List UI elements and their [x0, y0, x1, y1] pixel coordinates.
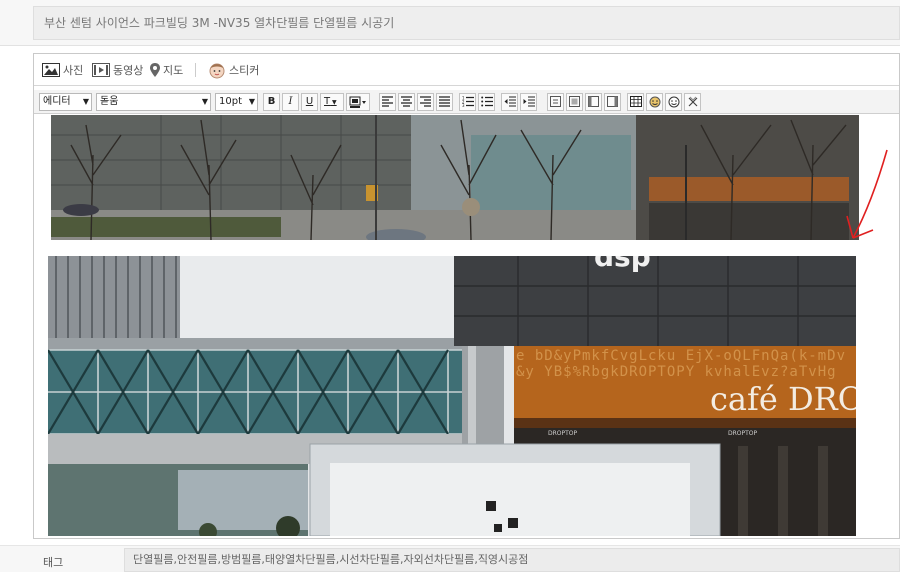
chevron-down-icon: ▼: [201, 97, 208, 106]
attach-video-button[interactable]: 동영상: [92, 61, 143, 79]
cafe-sign-brand: café DRO: [710, 380, 856, 418]
bullet-list-icon: [480, 96, 493, 107]
map-pin-icon: [150, 63, 160, 77]
chevron-down-icon: ▼: [330, 99, 337, 106]
font-size-select[interactable]: 10pt ▼: [215, 93, 258, 111]
title-area: 부산 센텀 사이언스 파크빌딩 3M -NV35 열차단필름 단열필름 시공기: [0, 0, 900, 46]
editor: 사진 동영상 지도 스티커 에디터 ▼ 돋움 ▼ 10pt ▼ B I U T ▼: [33, 53, 900, 539]
indent-icon: [523, 96, 535, 107]
font-size-value: 10pt: [219, 96, 242, 107]
attach-sticker-button[interactable]: 스티커: [208, 61, 259, 79]
emoticon-icon: [649, 96, 660, 108]
sticker-icon: [209, 63, 225, 79]
video-icon: [92, 63, 110, 77]
inserted-photo-street[interactable]: [51, 115, 859, 240]
emoticon-button[interactable]: [646, 93, 663, 111]
quote-box-icon: [607, 96, 618, 107]
top-logo-text: dsp: [594, 256, 651, 273]
ordered-list-icon: 123: [462, 96, 474, 107]
smiley-icon: [668, 96, 679, 108]
red-arrow-annotation: [846, 149, 888, 239]
align-justify-icon: [439, 96, 450, 107]
attach-map-label: 지도: [163, 64, 184, 77]
attach-photo-label: 사진: [63, 64, 84, 77]
editor-mode-value: 에디터: [43, 96, 71, 107]
quote-style-4-button[interactable]: [604, 93, 621, 111]
indent-button[interactable]: [520, 93, 537, 111]
bullet-list-button[interactable]: [478, 93, 495, 111]
quote-box-icon: [550, 96, 561, 107]
font-family-value: 돋움: [100, 96, 119, 107]
attach-video-label: 동영상: [113, 64, 144, 77]
chevron-down-icon: ▼: [248, 97, 255, 106]
align-right-icon: [420, 96, 431, 107]
chevron-down-icon: ▼: [82, 97, 89, 106]
editor-mode-select[interactable]: 에디터 ▼: [39, 93, 92, 111]
bold-button[interactable]: B: [263, 93, 280, 111]
align-center-button[interactable]: [398, 93, 415, 111]
outdent-button[interactable]: [501, 93, 518, 111]
align-center-icon: [401, 96, 412, 107]
highlight-icon: [349, 96, 366, 108]
align-left-icon: [382, 96, 393, 107]
attach-map-button[interactable]: 지도: [150, 61, 183, 79]
quote-box-icon: [588, 96, 599, 107]
attach-toolbar: 사진 동영상 지도 스티커: [34, 54, 899, 86]
font-color-button[interactable]: T ▼: [320, 93, 344, 111]
tag-row: 태그 단열필름,안전필름,방범필름,태양열차단필름,시선차단필름,자외선차단필름…: [0, 545, 900, 572]
quote-style-1-button[interactable]: [547, 93, 564, 111]
attach-photo-button[interactable]: 사진: [42, 61, 83, 79]
clear-format-icon: [688, 96, 697, 107]
canopy-label-left: DROPTOP: [548, 430, 578, 437]
smiley-button[interactable]: [665, 93, 682, 111]
underline-button[interactable]: U: [301, 93, 318, 111]
align-justify-button[interactable]: [436, 93, 453, 111]
align-left-button[interactable]: [379, 93, 396, 111]
attach-sticker-label: 스티커: [229, 64, 260, 77]
attach-divider: [195, 63, 196, 77]
quote-style-3-button[interactable]: [585, 93, 602, 111]
post-title-input[interactable]: 부산 센텀 사이언스 파크빌딩 3M -NV35 열차단필름 단열필름 시공기: [33, 6, 900, 40]
align-right-button[interactable]: [417, 93, 434, 111]
table-button[interactable]: [627, 93, 644, 111]
highlight-color-button[interactable]: [346, 93, 370, 111]
remove-format-button[interactable]: [684, 93, 701, 111]
ordered-list-button[interactable]: 123: [459, 93, 476, 111]
format-toolbar: 에디터 ▼ 돋움 ▼ 10pt ▼ B I U T ▼ 123: [34, 90, 899, 114]
editor-content[interactable]: e bD&yPmkfCvgLcku EjX-oQLFnQa(k-mDv&y YB…: [34, 115, 899, 538]
italic-button[interactable]: I: [282, 93, 299, 111]
photo-icon: [42, 63, 60, 77]
quote-box-icon: [569, 96, 580, 107]
tag-label: 태그: [43, 556, 64, 569]
inserted-photo-building[interactable]: e bD&yPmkfCvgLcku EjX-oQLFnQa(k-mDv&y YB…: [48, 256, 856, 536]
tag-input[interactable]: 단열필름,안전필름,방범필름,태양열차단필름,시선차단필름,자외선차단필름,직영…: [124, 548, 900, 572]
street-photo-image: [51, 115, 859, 240]
canopy-label-right: DROPTOP: [728, 430, 758, 437]
font-family-select[interactable]: 돋움 ▼: [96, 93, 211, 111]
table-icon: [629, 96, 642, 107]
svg-text:3: 3: [462, 103, 465, 107]
quote-style-2-button[interactable]: [566, 93, 583, 111]
outdent-icon: [504, 96, 516, 107]
